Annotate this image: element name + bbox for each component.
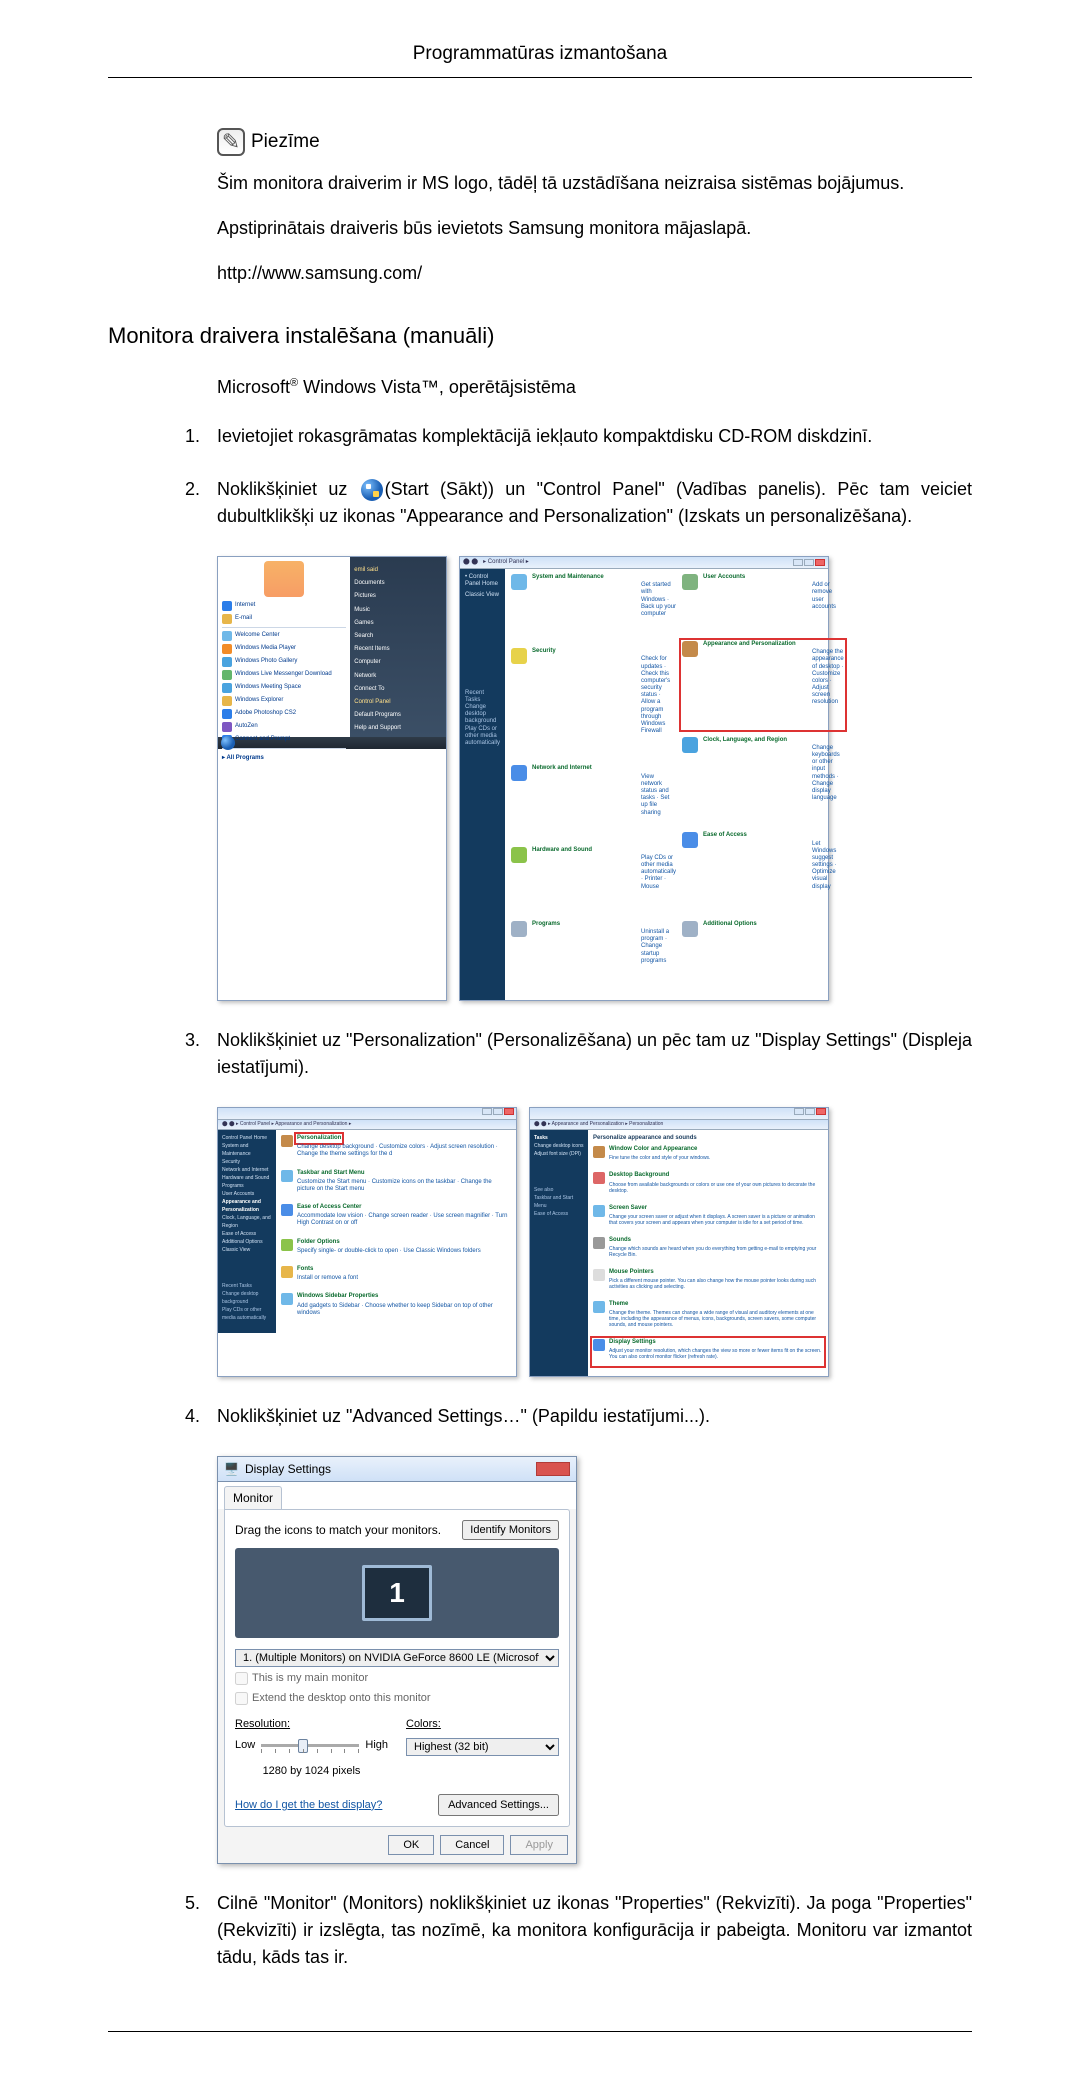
note-line-2: Apstiprinātais draiveris būs ievietots S… [217, 215, 972, 242]
appearance-personalization-highlight: Appearance and PersonalizationChange the… [682, 641, 844, 729]
close-icon[interactable] [536, 1462, 570, 1476]
advanced-settings-button[interactable]: Advanced Settings... [438, 1794, 559, 1816]
user-avatar [264, 561, 304, 597]
apply-button[interactable]: Apply [510, 1835, 568, 1855]
step-1: 1. Ievietojiet rokasgrāmatas komplektāci… [217, 423, 972, 450]
screenshot-control-panel: ⬤ ⬤ ▸ Control Panel ▸ • Control Panel Ho… [459, 556, 829, 1001]
note-icon: ✎ [217, 128, 245, 156]
extend-desktop-checkbox [235, 1692, 248, 1705]
resolution-value: 1280 by 1024 pixels [235, 1763, 388, 1780]
main-monitor-checkbox [235, 1672, 248, 1685]
figure-display-settings: 🖥️ Display Settings Monitor Drag the ico… [217, 1456, 972, 1864]
figure-start-and-controlpanel: Internet E-mail Welcome Center Windows M… [217, 556, 972, 1001]
drag-hint: Drag the icons to match your monitors. [235, 1521, 441, 1539]
taskbar-start-orb [221, 736, 235, 750]
resolution-slider[interactable]: Low High [235, 1737, 388, 1754]
ok-button[interactable]: OK [388, 1835, 434, 1855]
colors-select[interactable]: Highest (32 bit) [406, 1738, 559, 1756]
step-5: 5. Cilnē "Monitor" (Monitors) noklikšķin… [217, 1890, 972, 1971]
resolution-label: Resolution: [235, 1718, 290, 1730]
best-display-link[interactable]: How do I get the best display? [235, 1797, 382, 1814]
section-heading: Monitora draivera instalēšana (manuāli) [108, 319, 972, 352]
note-line-1: Šim monitora draiverim ir MS logo, tādēļ… [217, 170, 972, 197]
os-line: Microsoft® Windows Vista™, operētājsistē… [217, 374, 972, 401]
page-header: Programmatūras izmantošana [108, 40, 972, 78]
note-title: Piezīme [251, 128, 320, 157]
monitor-icon: 🖥️ [224, 1460, 239, 1478]
screenshot-personalization: ⬤ ⬤ ▸ Appearance and Personalization ▸ P… [529, 1107, 829, 1378]
step-2: 2. Noklikšķiniet uz (Start (Sākt)) un "C… [217, 476, 972, 530]
screenshot-start-menu: Internet E-mail Welcome Center Windows M… [217, 556, 447, 1001]
identify-monitors-button[interactable]: Identify Monitors [462, 1520, 559, 1540]
dialog-title: Display Settings [245, 1460, 331, 1478]
display-settings-dialog: 🖥️ Display Settings Monitor Drag the ico… [217, 1456, 577, 1864]
page-footer-rule [108, 2031, 972, 2032]
note-block: ✎ Piezīme Šim monitora draiverim ir MS l… [217, 128, 972, 288]
monitor-select[interactable]: 1. (Multiple Monitors) on NVIDIA GeForce… [235, 1649, 559, 1667]
tab-monitor[interactable]: Monitor [224, 1486, 282, 1509]
monitor-thumbnail[interactable]: 1 [362, 1565, 432, 1621]
colors-label: Colors: [406, 1718, 441, 1730]
start-orb-icon [361, 479, 383, 501]
step-4: 4. Noklikšķiniet uz "Advanced Settings…"… [217, 1403, 972, 1430]
figure-personalization-windows: ⬤ ⬤ ▸ Control Panel ▸ Appearance and Per… [217, 1107, 972, 1378]
step-3: 3. Noklikšķiniet uz "Personalization" (P… [217, 1027, 972, 1081]
cancel-button[interactable]: Cancel [440, 1835, 504, 1855]
note-url: http://www.samsung.com/ [217, 260, 972, 287]
screenshot-appearance-category: ⬤ ⬤ ▸ Control Panel ▸ Appearance and Per… [217, 1107, 517, 1378]
